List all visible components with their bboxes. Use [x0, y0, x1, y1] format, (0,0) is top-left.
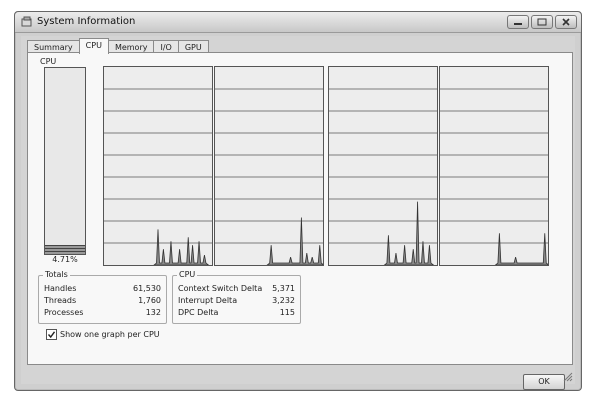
checkmark-icon: [47, 331, 56, 339]
graph-canvas: [215, 88, 323, 265]
cpu-history-graph-1: [214, 66, 324, 266]
cpu-usage-meter: [44, 67, 86, 255]
minimize-icon: [514, 23, 522, 25]
close-button[interactable]: [555, 15, 577, 29]
cpu-activity-trace: [266, 217, 323, 265]
cpu-history-graph-3: [439, 66, 549, 266]
maximize-icon: [537, 18, 547, 26]
cpu-stats-value: 3,232: [272, 296, 295, 305]
totals-label: Handles: [44, 284, 77, 293]
totals-group-title: Totals: [43, 270, 70, 279]
graph-canvas: [440, 88, 548, 265]
cpu-activity-trace: [494, 233, 548, 265]
cpu-history-graph-2: [328, 66, 438, 266]
cpu-usage-percent: 4.71%: [52, 255, 78, 264]
close-icon: [562, 18, 570, 26]
app-icon: [21, 16, 32, 27]
window-title: System Information: [37, 16, 136, 27]
show-one-graph-per-cpu-label[interactable]: Show one graph per CPU: [60, 330, 160, 339]
cpu-stats-label: Context Switch Delta: [178, 284, 263, 293]
cpu-stats-label: DPC Delta: [178, 308, 219, 317]
totals-row-handles: Handles 61,530: [44, 284, 161, 295]
title-bar[interactable]: System Information: [15, 12, 581, 33]
cpu-tab-panel: CPU 4.71% Totals Handles 61,530 Threads …: [27, 52, 573, 365]
window-client: Summary CPU Memory I/O GPU CPU 4.71% Tot…: [21, 36, 575, 390]
maximize-button[interactable]: [531, 15, 553, 29]
cpu-stats-label: Interrupt Delta: [178, 296, 238, 305]
ok-button[interactable]: OK: [523, 374, 565, 390]
cpu-meter-label: CPU: [40, 57, 57, 66]
totals-value: 132: [145, 308, 161, 317]
cpu-usage-meter-fill: [45, 245, 85, 254]
cpu-stats-row-dpc: DPC Delta 115: [178, 308, 295, 319]
totals-value: 61,530: [133, 284, 161, 293]
totals-label: Processes: [44, 308, 84, 317]
cpu-stats-value: 115: [279, 308, 295, 317]
totals-group: Totals Handles 61,530 Threads 1,760 Proc…: [38, 270, 167, 324]
cpu-stats-row-context-switch: Context Switch Delta 5,371: [178, 284, 295, 295]
show-one-graph-per-cpu-option[interactable]: Show one graph per CPU: [46, 329, 160, 340]
graph-canvas: [329, 88, 437, 265]
tab-cpu[interactable]: CPU: [78, 38, 109, 54]
system-information-window: System Information Summary CPU Memory I/…: [14, 11, 582, 391]
cpu-history-graph-0: [103, 66, 213, 266]
totals-label: Threads: [44, 296, 77, 305]
show-one-graph-per-cpu-checkbox[interactable]: [46, 329, 57, 340]
totals-row-threads: Threads 1,760: [44, 296, 161, 307]
cpu-activity-trace: [153, 229, 210, 265]
cpu-stats-group-title: CPU: [177, 270, 198, 279]
cpu-stats-group: CPU Context Switch Delta 5,371 Interrupt…: [172, 270, 301, 324]
graph-canvas: [104, 88, 212, 265]
totals-value: 1,760: [138, 296, 161, 305]
resize-grip-icon[interactable]: [563, 372, 573, 382]
totals-row-processes: Processes 132: [44, 308, 161, 319]
minimize-button[interactable]: [507, 15, 529, 29]
cpu-stats-row-interrupt: Interrupt Delta 3,232: [178, 296, 295, 307]
cpu-stats-value: 5,371: [272, 284, 295, 293]
cpu-activity-trace: [383, 201, 435, 265]
